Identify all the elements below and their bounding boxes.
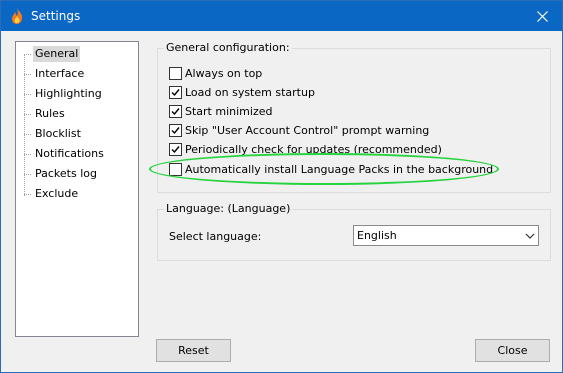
title-bar[interactable]: Settings [1, 1, 562, 31]
checkbox[interactable] [169, 104, 182, 118]
sidebar-item-label: Highlighting [35, 87, 102, 100]
checkbox[interactable] [169, 123, 182, 137]
option-label: Periodically check for updates (recommen… [185, 142, 442, 156]
general-group-title: General configuration: [164, 41, 292, 54]
settings-window: Settings General Interface Highlighting … [0, 0, 563, 373]
checkbox[interactable] [169, 66, 182, 80]
option-label: Automatically install Language Packs in … [185, 162, 494, 176]
sidebar-item-label: Notifications [35, 147, 104, 160]
flame-icon [10, 8, 24, 24]
sidebar-item-notifications[interactable]: Notifications [24, 146, 106, 162]
close-button[interactable]: Close [475, 339, 550, 362]
option-check-updates[interactable]: Periodically check for updates (recommen… [169, 141, 442, 157]
sidebar-item-packets-log[interactable]: Packets log [24, 166, 99, 182]
sidebar-item-label: Blocklist [35, 127, 81, 140]
option-skip-uac-warning[interactable]: Skip "User Account Control" prompt warni… [169, 122, 429, 138]
checkbox[interactable] [169, 142, 182, 156]
sidebar-item-highlighting[interactable]: Highlighting [24, 86, 104, 102]
checkmark-icon [171, 107, 180, 115]
select-language-label: Select language: [169, 230, 262, 243]
sidebar-item-label: General [33, 46, 81, 62]
settings-nav-tree: General Interface Highlighting Rules Blo… [15, 41, 139, 337]
close-icon [536, 10, 548, 22]
checkbox[interactable] [169, 162, 182, 176]
sidebar-item-interface[interactable]: Interface [24, 66, 86, 82]
option-label: Skip "User Account Control" prompt warni… [185, 123, 430, 137]
chevron-down-icon [521, 233, 538, 239]
option-label: Always on top [185, 66, 263, 80]
language-group-title: Language: (Language) [164, 202, 293, 215]
sidebar-item-label: Packets log [35, 167, 97, 180]
option-always-on-top[interactable]: Always on top [169, 65, 262, 81]
option-load-on-startup[interactable]: Load on system startup [169, 84, 315, 100]
window-title: Settings [31, 9, 81, 23]
option-auto-install-language-packs[interactable]: Automatically install Language Packs in … [169, 161, 493, 177]
reset-button[interactable]: Reset [156, 339, 231, 362]
close-window-button[interactable] [522, 1, 562, 31]
checkbox[interactable] [169, 85, 182, 99]
checkmark-icon [171, 145, 180, 153]
sidebar-item-exclude[interactable]: Exclude [24, 186, 80, 202]
option-start-minimized[interactable]: Start minimized [169, 103, 272, 119]
language-select-value: English [357, 229, 397, 242]
option-label: Start minimized [185, 104, 273, 118]
sidebar-item-general[interactable]: General [24, 46, 81, 62]
language-select[interactable]: English [353, 225, 539, 246]
sidebar-item-blocklist[interactable]: Blocklist [24, 126, 83, 142]
option-label: Load on system startup [185, 85, 315, 99]
general-configuration-group: General configuration: Always on top Loa… [157, 41, 551, 193]
sidebar-item-rules[interactable]: Rules [24, 106, 67, 122]
sidebar-item-label: Interface [35, 67, 85, 80]
sidebar-item-label: Exclude [35, 187, 79, 200]
checkmark-icon [171, 126, 180, 134]
checkmark-icon [171, 88, 180, 96]
sidebar-item-label: Rules [35, 107, 65, 120]
